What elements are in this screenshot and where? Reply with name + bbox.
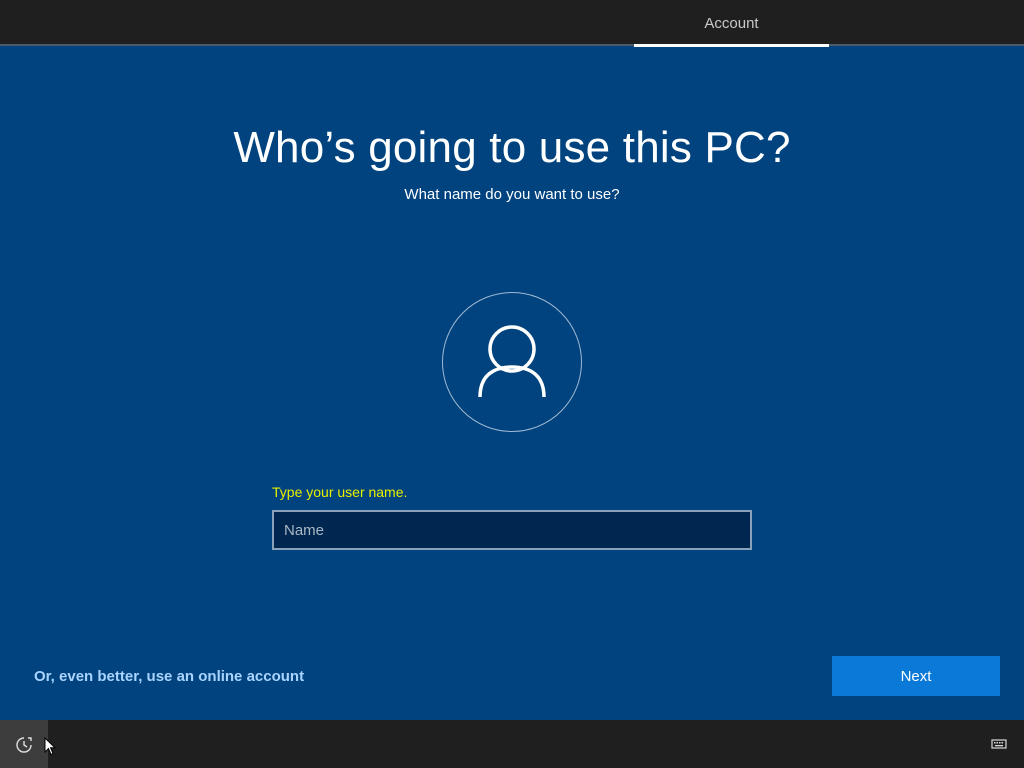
oobe-main-panel: Who’s going to use this PC? What name do… [0, 47, 1024, 720]
tab-account[interactable]: Account [634, 0, 829, 46]
page-title: Who’s going to use this PC? [233, 123, 791, 172]
user-icon [478, 325, 546, 398]
top-bar: Account [0, 0, 1024, 47]
ease-of-access-button[interactable] [0, 720, 48, 768]
bottom-bar [0, 720, 1024, 768]
username-input[interactable] [272, 510, 752, 550]
keyboard-icon [991, 739, 1007, 749]
next-button[interactable]: Next [832, 656, 1000, 696]
on-screen-keyboard-button[interactable] [988, 734, 1010, 754]
page-subtitle: What name do you want to use? [404, 186, 620, 203]
mouse-cursor-icon [44, 737, 56, 756]
username-label: Type your user name. [272, 484, 408, 500]
online-account-link[interactable]: Or, even better, use an online account [34, 668, 304, 685]
ease-of-access-icon [16, 737, 32, 753]
avatar [442, 292, 582, 432]
